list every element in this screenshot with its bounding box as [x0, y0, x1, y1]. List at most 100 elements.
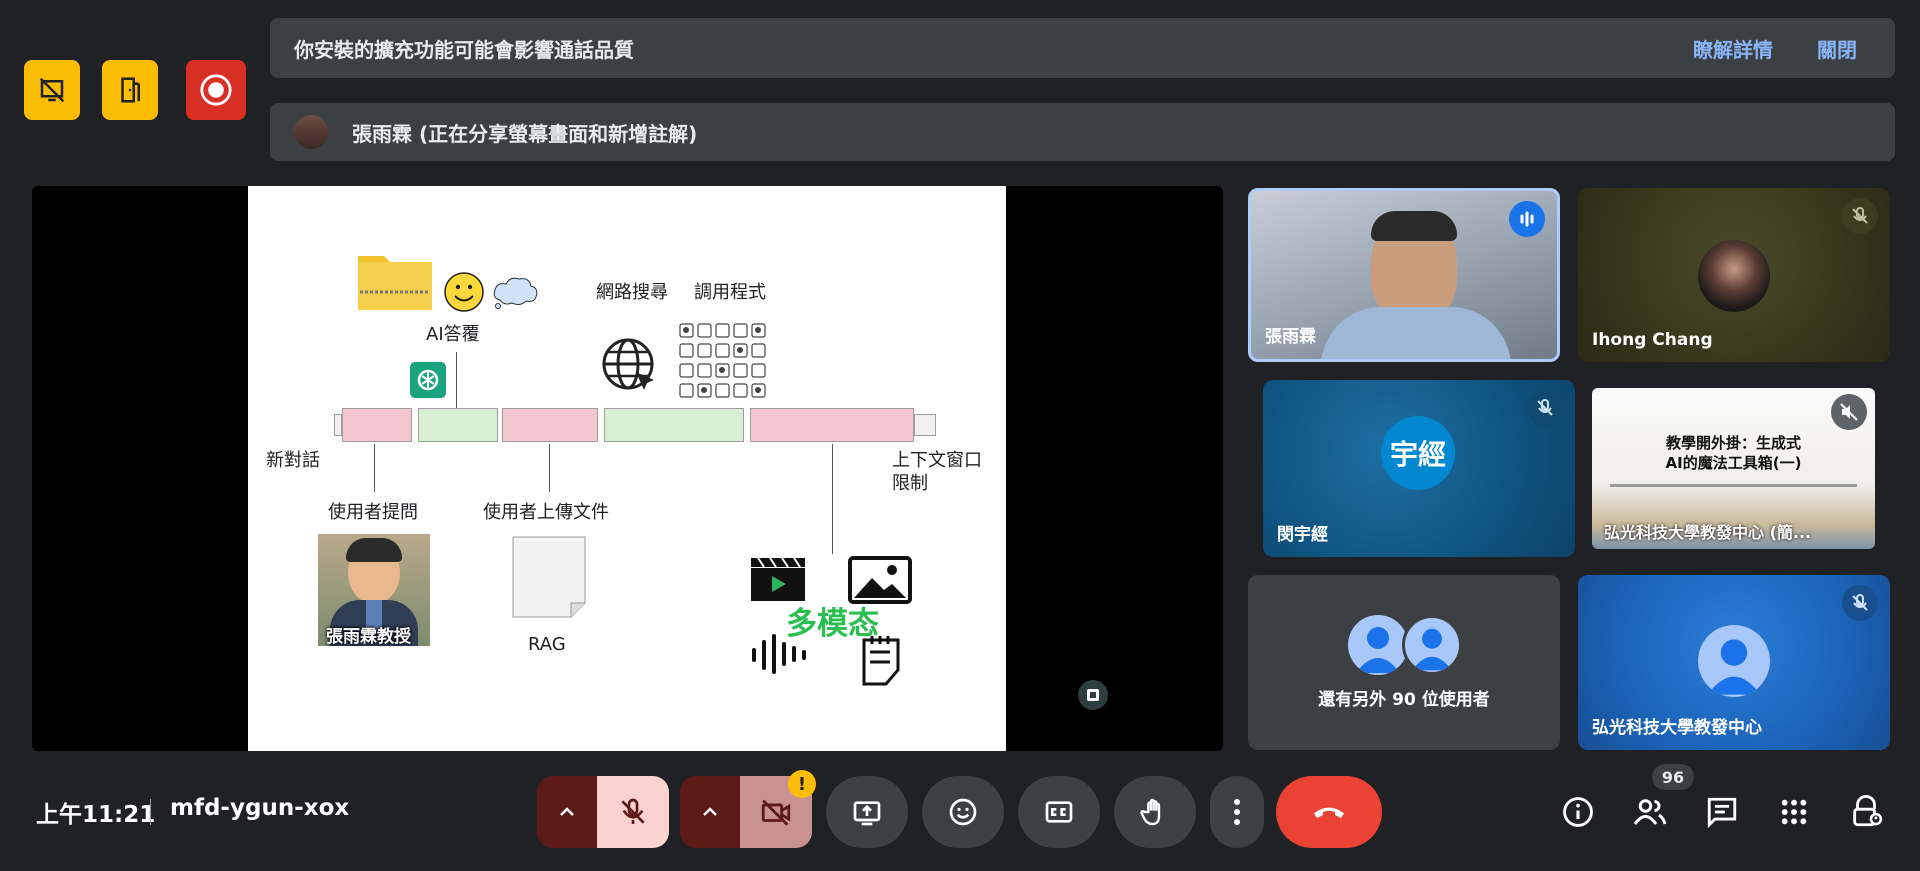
video-clapper-icon: [751, 557, 805, 601]
others-label: 還有另外 90 位使用者: [1318, 690, 1490, 710]
context-segment-2: [418, 408, 498, 442]
pin-icon: [1087, 689, 1099, 701]
ai-reply-label: AI答覆: [426, 324, 480, 345]
participant-avatar: [1698, 625, 1770, 697]
mic-off-badge: [1842, 585, 1878, 621]
recording-button[interactable]: [186, 60, 246, 120]
mic-off-icon: [1852, 594, 1868, 611]
zip-folder-icon: [358, 256, 432, 310]
web-search-label: 網路搜尋: [596, 282, 668, 303]
person-icon: [1356, 627, 1400, 673]
more-options-button[interactable]: [1210, 776, 1264, 848]
arrow-user-upload: [549, 444, 550, 492]
closed-caption-icon: [1045, 801, 1073, 823]
image-icon: [848, 556, 912, 604]
meeting-code: mfd-ygun-xox: [170, 795, 350, 821]
screen-share-text: 張雨霖 (正在分享螢幕畫面和新增註解): [352, 121, 698, 146]
mic-off-icon: [621, 798, 645, 824]
reactions-button[interactable]: [922, 776, 1004, 848]
no-present-button[interactable]: [24, 60, 80, 120]
participant-name: 閔宇經: [1277, 525, 1328, 545]
presentation-stage[interactable]: AI答覆 網路搜尋 調用程式 新對話 上下文窗口 限制 使用者提問 使用者上傳文…: [32, 186, 1223, 751]
arrow-user-question: [374, 444, 375, 492]
mic-toggle-button[interactable]: [597, 776, 669, 848]
context-segment-1: [342, 408, 412, 442]
camera-off-icon: [761, 799, 791, 826]
others-avatar-1: [1348, 615, 1408, 675]
chat-icon: [1707, 797, 1737, 829]
participant-tile-hk[interactable]: 弘光科技大學教發中心: [1578, 575, 1890, 750]
professor-label: 張雨霖教授: [326, 627, 411, 647]
emoji-icon: [949, 798, 977, 826]
mic-off-icon: [1537, 399, 1553, 416]
presenter-avatar: [294, 115, 328, 149]
divider: [150, 799, 151, 825]
extension-warning-banner: 你安裝的擴充功能可能會影響通話品質 瞭解詳情 關閉: [270, 18, 1895, 78]
close-banner-link[interactable]: 關閉: [1817, 34, 1857, 63]
shared-slide: AI答覆 網路搜尋 調用程式 新對話 上下文窗口 限制 使用者提問 使用者上傳文…: [248, 186, 1006, 751]
speaking-indicator: [1509, 201, 1545, 237]
people-count-badge: 96: [1652, 764, 1694, 790]
present-screen-button[interactable]: [826, 776, 908, 848]
participant-avatar: 宇經: [1381, 416, 1455, 490]
audio-level-icon: [1520, 211, 1534, 227]
people-button[interactable]: [1630, 792, 1670, 832]
pin-tile-button[interactable]: [1078, 680, 1108, 710]
rag-label: RAG: [528, 634, 566, 655]
mic-off-badge: [1842, 198, 1878, 234]
participant-avatar: [1698, 240, 1770, 312]
audio-options-button[interactable]: [537, 776, 597, 848]
leave-room-button[interactable]: [102, 60, 158, 120]
app-grid-icon: [679, 323, 766, 398]
thumbnail-title-2: AI的魔法工具箱(一): [1665, 454, 1802, 472]
people-count: 96: [1661, 767, 1685, 787]
smiley-icon: [444, 272, 484, 312]
person-icon: [1707, 639, 1761, 695]
others-tile[interactable]: 還有另外 90 位使用者: [1248, 575, 1560, 750]
new-chat-label: 新對話: [266, 450, 320, 471]
mic-control-group: [537, 776, 669, 848]
present-to-all-icon: [853, 801, 881, 826]
context-bar-start: [334, 414, 342, 436]
video-options-button[interactable]: [680, 776, 740, 848]
call-program-label: 調用程式: [694, 282, 766, 303]
learn-more-link[interactable]: 瞭解詳情: [1693, 34, 1773, 63]
document-icon: [512, 536, 586, 618]
chevron-up-icon: [703, 807, 717, 816]
camera-warning-badge: !: [788, 770, 816, 798]
people-icon: [1633, 799, 1667, 825]
participant-tile-ihong[interactable]: Ihong Chang: [1578, 188, 1890, 362]
mic-off-badge: [1527, 390, 1563, 426]
arrow-ai-reply: [456, 352, 457, 408]
participant-name: 弘光科技大學教發中心 (簡...: [1604, 523, 1812, 542]
meeting-details-button[interactable]: [1558, 792, 1598, 832]
hand-icon: [1140, 798, 1161, 826]
activities-button[interactable]: [1774, 792, 1814, 832]
record-icon: [200, 74, 232, 106]
participant-tile-speaker[interactable]: 張雨霖: [1248, 188, 1560, 362]
chatgpt-icon: [410, 362, 446, 398]
user-upload-label: 使用者上傳文件: [483, 502, 609, 523]
limit-label: 限制: [892, 473, 928, 494]
volume-off-icon: [1840, 403, 1858, 421]
captions-button[interactable]: [1018, 776, 1100, 848]
raise-hand-button[interactable]: [1114, 776, 1196, 848]
lock-person-icon: [1853, 795, 1883, 827]
call-end-icon: [1314, 807, 1344, 818]
participant-tile-hk-presenting[interactable]: 教學開外掛：生成式 AI的魔法工具箱(一) 弘光科技大學教發中心 (簡...: [1592, 388, 1875, 549]
globe-cursor-icon: [602, 338, 654, 390]
context-segment-3: [502, 408, 598, 442]
mic-off-icon: [1852, 207, 1868, 224]
audio-wave-icon: [752, 634, 806, 674]
extension-warning-text: 你安裝的擴充功能可能會影響通話品質: [294, 37, 634, 62]
participant-tile-min[interactable]: 宇經 閔宇經: [1263, 380, 1575, 557]
thumbnail-title-1: 教學開外掛：生成式: [1665, 434, 1801, 452]
chat-button[interactable]: [1702, 792, 1742, 832]
leave-call-button[interactable]: [1276, 776, 1382, 848]
context-segment-4: [604, 408, 744, 442]
thought-cloud-icon: [493, 277, 538, 309]
no-present-icon: [39, 77, 65, 103]
avatar-initials: 宇經: [1389, 438, 1446, 471]
context-segment-5: [750, 408, 914, 442]
host-controls-button[interactable]: [1846, 792, 1886, 832]
